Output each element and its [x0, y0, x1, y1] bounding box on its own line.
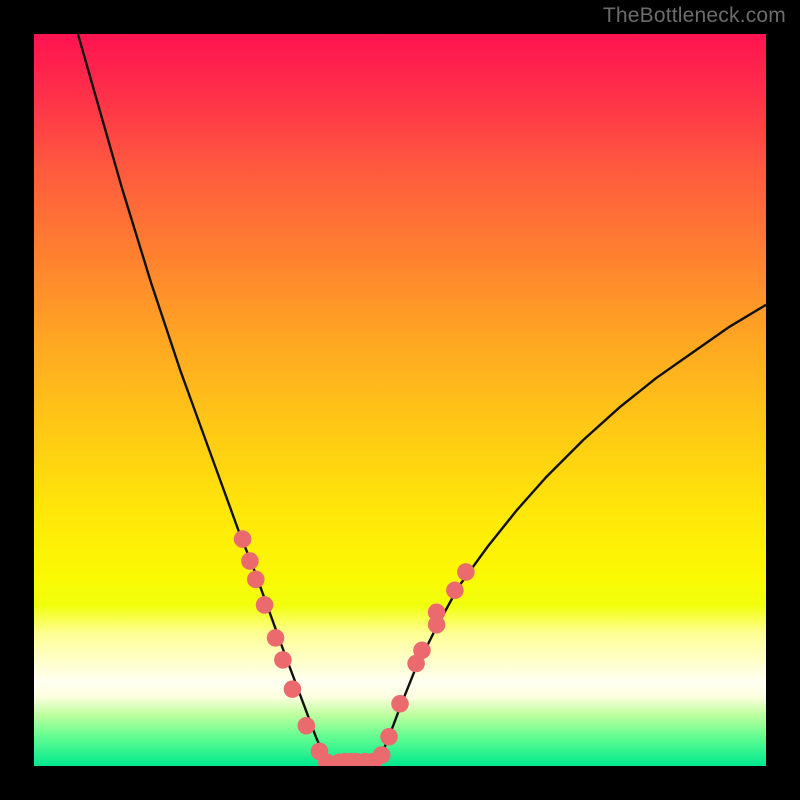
sample-dot: [373, 746, 391, 764]
sample-dot: [380, 728, 398, 746]
sample-dot: [274, 651, 292, 669]
chart-container: TheBottleneck.com: [0, 0, 800, 800]
sample-dot: [267, 629, 285, 647]
sample-dot: [234, 530, 252, 548]
watermark-text: TheBottleneck.com: [603, 4, 786, 28]
sample-dot: [446, 582, 464, 600]
curve-layer: [34, 34, 766, 766]
sample-dot: [457, 563, 475, 581]
sample-dot: [413, 642, 431, 660]
sample-dot: [298, 717, 316, 735]
sample-dot: [428, 604, 446, 622]
sample-dots: [234, 530, 475, 766]
sample-dot: [247, 571, 265, 589]
sample-dot: [284, 680, 302, 698]
plot-area: [34, 34, 766, 766]
sample-dot: [256, 596, 274, 614]
sample-dot: [391, 695, 409, 713]
sample-dot: [241, 552, 259, 570]
